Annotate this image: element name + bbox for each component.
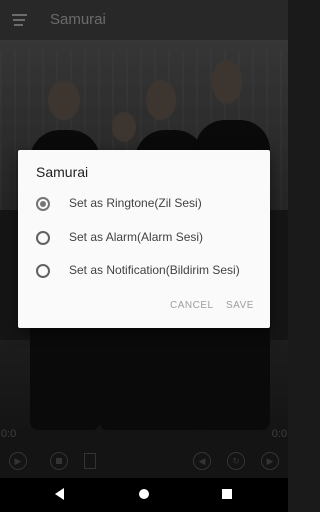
radio-unchecked-icon[interactable] <box>36 231 50 245</box>
dialog-title: Samurai <box>36 164 89 180</box>
radio-unchecked-icon[interactable] <box>36 264 50 278</box>
back-icon[interactable] <box>55 488 64 500</box>
option-ringtone[interactable]: Set as Ringtone(Zil Sesi) <box>18 189 270 219</box>
home-icon[interactable] <box>139 489 149 499</box>
option-alarm[interactable]: Set as Alarm(Alarm Sesi) <box>18 223 270 253</box>
recents-icon[interactable] <box>222 489 232 499</box>
option-notification[interactable]: Set as Notification(Bildirim Sesi) <box>18 256 270 286</box>
dialog-actions: CANCEL SAVE <box>18 288 270 328</box>
ringtone-dialog: Samurai Set as Ringtone(Zil Sesi) Set as… <box>18 150 270 328</box>
cancel-button[interactable]: CANCEL <box>170 300 214 311</box>
option-label: Set as Ringtone(Zil Sesi) <box>69 196 202 210</box>
radio-checked-icon[interactable] <box>36 197 50 211</box>
save-button[interactable]: SAVE <box>226 300 254 311</box>
option-label: Set as Notification(Bildirim Sesi) <box>69 263 240 277</box>
option-label: Set as Alarm(Alarm Sesi) <box>69 230 204 244</box>
system-nav-bar <box>0 478 288 512</box>
